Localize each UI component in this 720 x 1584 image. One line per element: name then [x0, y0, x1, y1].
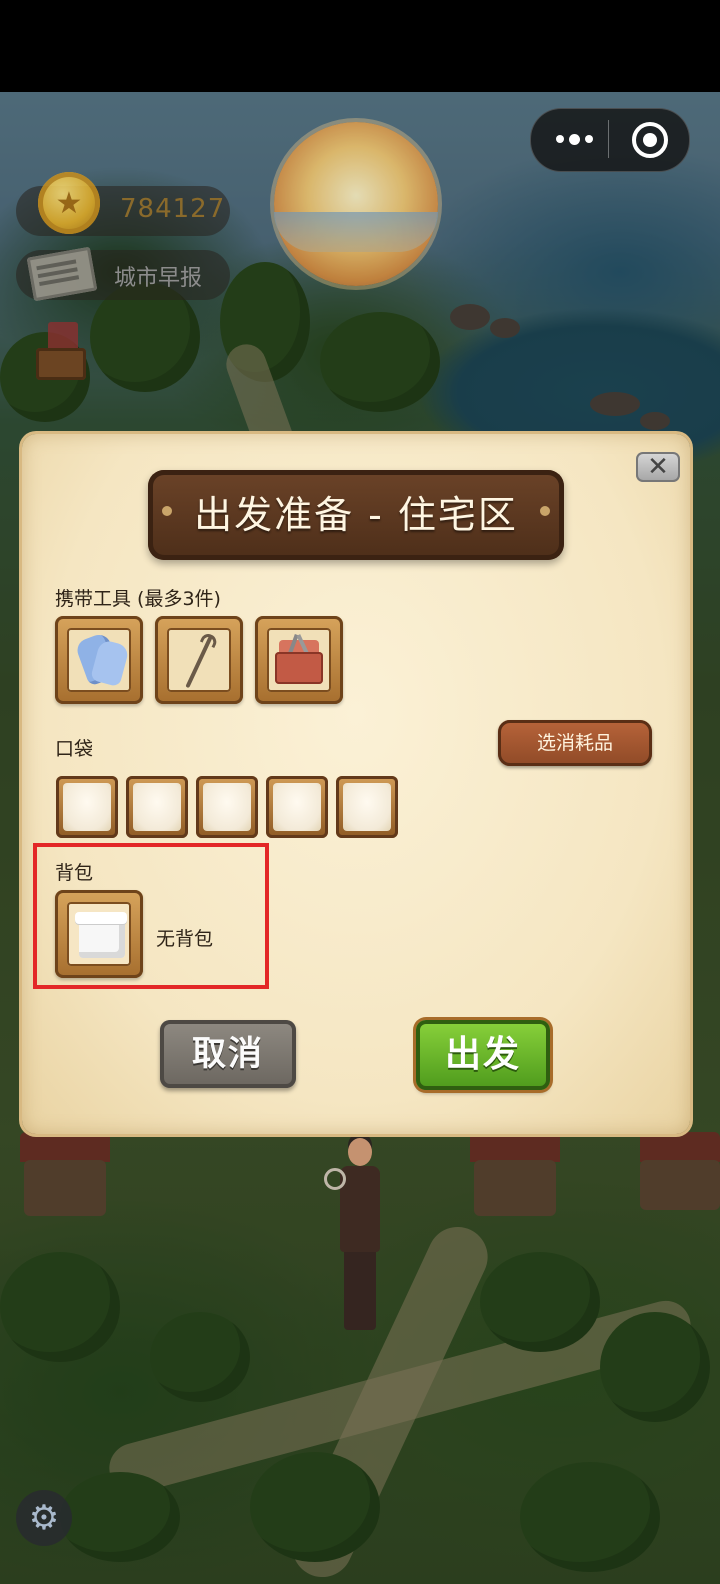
pocket-slot-5[interactable]	[336, 776, 398, 838]
tools-section-label: 携带工具 (最多3件)	[55, 588, 221, 610]
settings-gear-icon[interactable]: ⚙	[16, 1490, 72, 1546]
select-consumables-button[interactable]: 选消耗品	[498, 720, 652, 766]
pocket-section-label: 口袋	[55, 738, 94, 760]
pocket-slot-3[interactable]	[196, 776, 258, 838]
tool-slot-1[interactable]	[55, 616, 143, 704]
detective-character[interactable]	[324, 1138, 390, 1338]
depart-button[interactable]: 出发	[416, 1020, 550, 1090]
weather-sunset-icon[interactable]	[274, 122, 438, 286]
status-bar	[0, 0, 720, 92]
cancel-button[interactable]: 取消	[160, 1020, 296, 1088]
capsule-divider	[608, 120, 609, 158]
dialog-title: 出发准备 - 住宅区	[194, 493, 518, 537]
toolbox-icon	[275, 652, 323, 684]
close-dialog-button[interactable]: ✕	[636, 452, 680, 482]
newspaper-label: 城市早报	[114, 266, 203, 291]
hook-icon	[185, 635, 213, 689]
pocket-slot-1[interactable]	[56, 776, 118, 838]
pocket-slot-2[interactable]	[126, 776, 188, 838]
magnifier-icon	[324, 1168, 346, 1190]
more-menu-icon[interactable]	[552, 124, 596, 154]
coin-icon: ★	[38, 172, 100, 234]
tool-slot-3[interactable]	[255, 616, 343, 704]
backpack-highlight-frame	[33, 843, 269, 989]
close-miniprogram-icon[interactable]	[632, 122, 668, 158]
pocket-slot-4[interactable]	[266, 776, 328, 838]
tool-slot-2[interactable]	[155, 616, 243, 704]
coin-value: 784127	[120, 194, 226, 224]
treasure-chest-icon[interactable]	[34, 322, 88, 382]
